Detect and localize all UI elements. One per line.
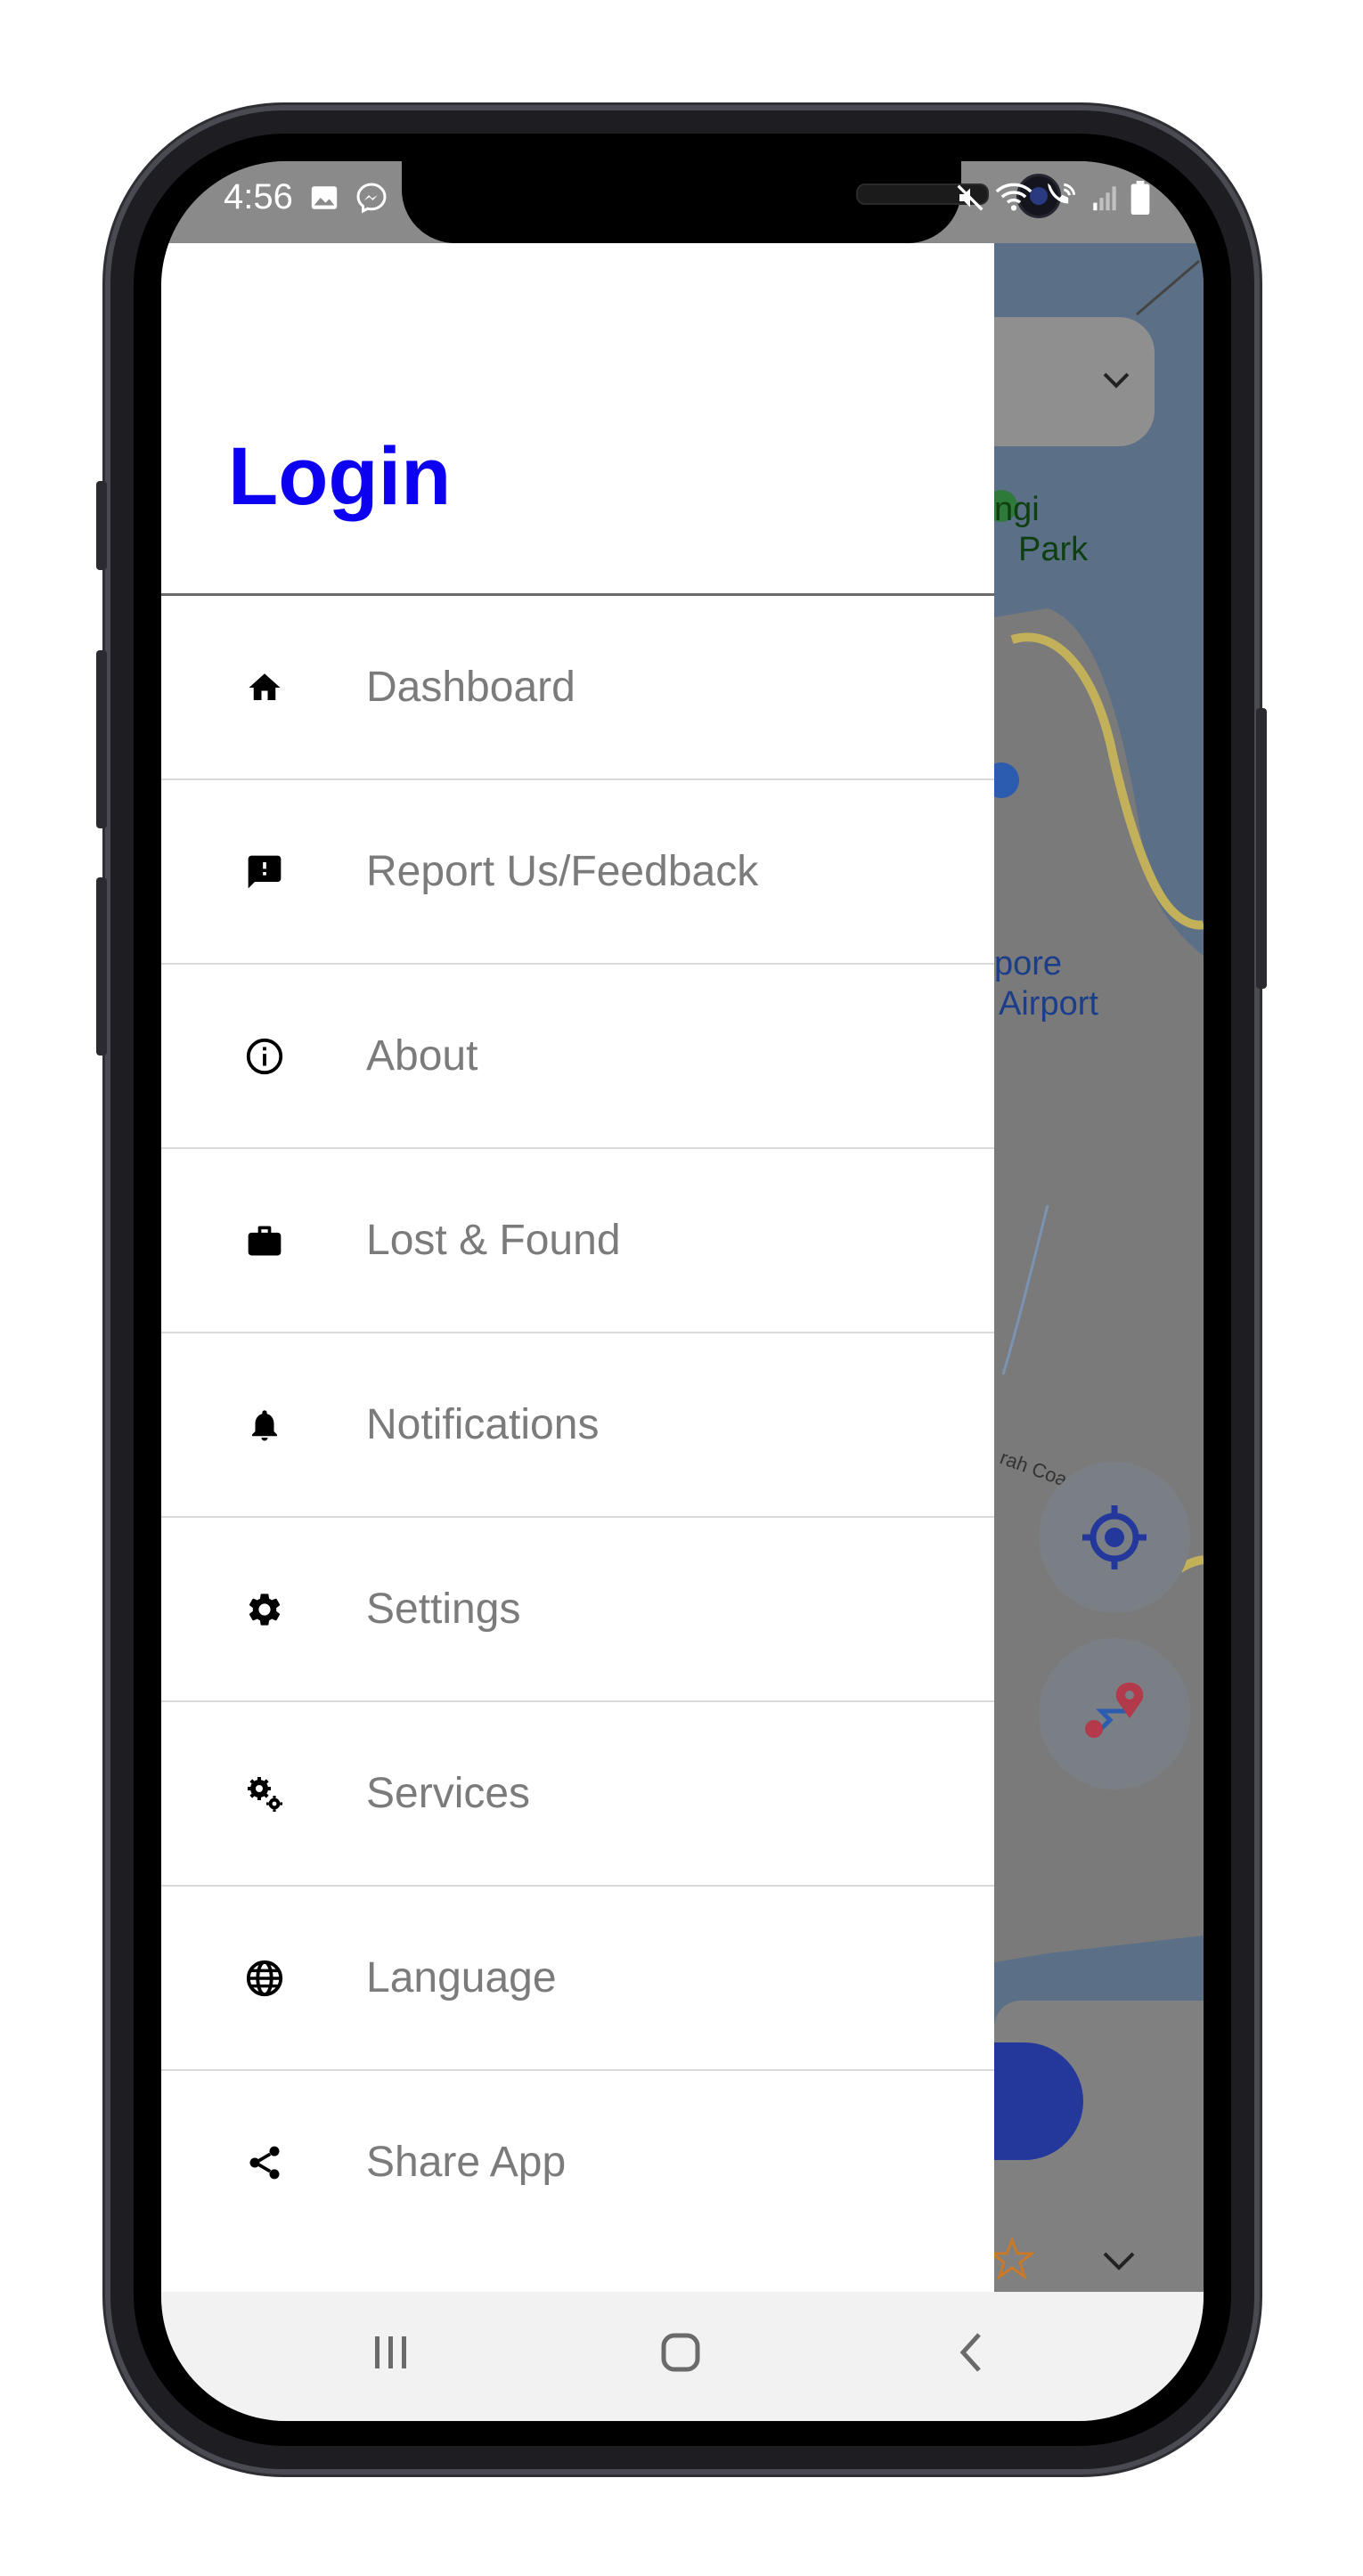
status-bar: 4:56	[161, 161, 1204, 243]
share-icon	[242, 2140, 287, 2185]
menu-item-label: Report Us/Feedback	[366, 848, 759, 895]
menu-item-label: Language	[366, 1954, 557, 2001]
signal-icon	[1093, 186, 1116, 211]
chevron-down-icon	[1103, 372, 1130, 388]
side-button-left	[96, 877, 107, 1056]
map-filter-dropdown[interactable]	[994, 317, 1155, 446]
menu-item-settings[interactable]: Settings	[161, 1518, 994, 1702]
briefcase-icon	[242, 1219, 287, 1263]
back-arrow-icon	[959, 2333, 981, 2372]
messenger-icon	[356, 182, 387, 214]
globe-icon	[242, 1956, 287, 2001]
wifi-calling-icon	[1048, 183, 1076, 204]
map-label: ngi	[994, 491, 1040, 528]
crosshair-icon	[1082, 1505, 1147, 1569]
menu-item-label: Notifications	[366, 1401, 600, 1448]
menu-item-about[interactable]: About	[161, 965, 994, 1149]
mute-icon	[957, 184, 983, 211]
battery-icon	[1130, 181, 1150, 215]
home-button[interactable]	[654, 2326, 707, 2379]
menu-item-label: Dashboard	[366, 664, 575, 711]
status-right	[956, 181, 1150, 215]
route-icon	[1085, 1683, 1144, 1738]
power-button	[1256, 708, 1267, 989]
menu-item-label: About	[366, 1032, 478, 1080]
menu-item-language[interactable]: Language	[161, 1887, 994, 2071]
drawer-header: Login	[161, 243, 994, 596]
gallery-icon	[311, 185, 338, 209]
menu-item-notifications[interactable]: Notifications	[161, 1333, 994, 1518]
menu-item-label: Lost & Found	[366, 1217, 621, 1264]
bell-icon	[242, 1403, 287, 1447]
my-location-button[interactable]	[1039, 1462, 1190, 1613]
volume-up-button	[96, 481, 107, 570]
menu-item-dashboard[interactable]: Dashboard	[161, 596, 994, 780]
map-label: Park	[1018, 531, 1089, 568]
login-title[interactable]: Login	[228, 430, 451, 524]
map-label: Airport	[999, 985, 1098, 1023]
home-circle-icon	[661, 2333, 700, 2372]
system-navigation-bar	[161, 2292, 1204, 2421]
navigation-drawer: Login Dashboard Report Us/Feedback About	[161, 243, 994, 2292]
menu-item-label: Share App	[366, 2139, 567, 2186]
gear-icon	[242, 1587, 287, 1632]
recent-apps-icon	[375, 2336, 406, 2368]
chevron-down-icon[interactable]	[1101, 2250, 1137, 2273]
recent-apps-button[interactable]	[364, 2326, 418, 2379]
route-button[interactable]	[1039, 1638, 1190, 1789]
notch	[402, 161, 1061, 243]
menu-item-share-app[interactable]: Share App	[161, 2071, 994, 2254]
back-button[interactable]	[945, 2326, 999, 2379]
menu-item-services[interactable]: Services	[161, 1702, 994, 1887]
feedback-icon	[242, 850, 287, 894]
star-icon	[990, 2237, 1034, 2280]
status-time: 4:56	[224, 177, 293, 216]
volume-down-button	[96, 650, 107, 828]
menu-item-report-feedback[interactable]: Report Us/Feedback	[161, 780, 994, 965]
map-label: pore	[994, 945, 1063, 982]
drawer-menu: Dashboard Report Us/Feedback About Lost …	[161, 596, 994, 2254]
gears-icon	[242, 1772, 287, 1816]
status-left: 4:56	[224, 177, 388, 217]
menu-item-label: Services	[366, 1770, 531, 1817]
wifi-icon	[995, 183, 1032, 211]
menu-item-lost-found[interactable]: Lost & Found	[161, 1149, 994, 1333]
info-icon	[242, 1034, 287, 1079]
menu-item-label: Settings	[366, 1586, 521, 1633]
home-icon	[242, 665, 287, 710]
screen: ngi Park pore Airport rah Coa Login Dash…	[161, 161, 1204, 2421]
